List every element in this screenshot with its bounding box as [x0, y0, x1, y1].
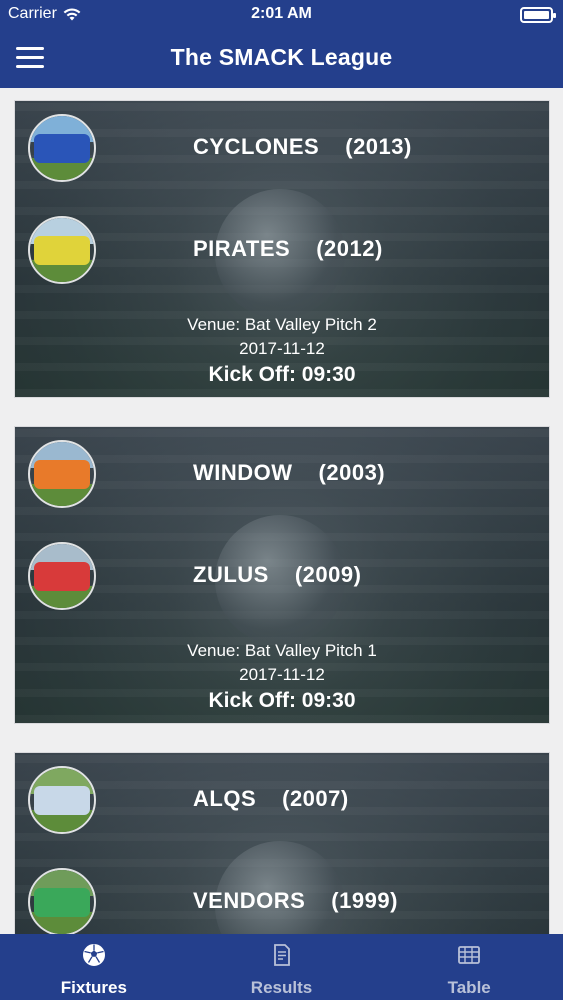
fixtures-list[interactable]: CYCLONES (2013) PIRATES (2012) Venue: Bat … — [0, 88, 563, 934]
away-team-row[interactable]: PIRATES (2012) — [15, 216, 549, 286]
team-name: ZULUS (2009) — [193, 562, 361, 588]
kickoff-time: Kick Off: 09:30 — [208, 363, 356, 386]
home-team-row[interactable]: CYCLONES (2013) — [15, 114, 549, 184]
away-team-row[interactable]: ZULUS (2009) — [15, 542, 549, 612]
team-photo[interactable] — [28, 216, 96, 284]
fixture-card[interactable]: CYCLONES (2013) PIRATES (2012) Venue: Bat … — [14, 100, 550, 398]
navigation-bar: The SMACK League — [0, 30, 563, 88]
venue-text: Venue: Bat Valley Pitch 1 — [187, 641, 377, 660]
team-name-label: VENDORS — [193, 888, 306, 913]
team-name: PIRATES (2012) — [193, 236, 383, 262]
team-photo[interactable] — [28, 868, 96, 934]
page-title: The SMACK League — [170, 44, 393, 70]
tab-label: Fixtures — [60, 978, 127, 997]
team-photo[interactable] — [28, 766, 96, 834]
home-team-row[interactable]: ALQS (2007) — [15, 766, 549, 836]
match-date: 2017-11-12 — [239, 665, 325, 684]
clock: 2:01 AM — [251, 5, 312, 22]
team-name: WINDOW (2003) — [193, 460, 385, 486]
team-name-label: WINDOW — [193, 460, 293, 485]
team-photo[interactable] — [28, 440, 96, 508]
battery-icon — [520, 7, 556, 23]
team-name-label: CYCLONES — [193, 134, 320, 159]
tab-table[interactable]: Table — [375, 934, 563, 1000]
team-year: (1999) — [331, 888, 398, 913]
match-date: 2017-11-12 — [239, 339, 325, 358]
tab-label: Results — [250, 978, 313, 997]
team-name: CYCLONES (2013) — [193, 134, 412, 160]
team-year: (2009) — [294, 562, 362, 587]
venue-text: Venue: Bat Valley Pitch 2 — [187, 315, 377, 334]
team-year: (2007) — [282, 786, 349, 811]
tab-label: Table — [447, 978, 491, 997]
home-team-row[interactable]: WINDOW (2003) — [15, 440, 549, 510]
fixture-card[interactable]: ALQS (2007) VENDORS (1999) — [14, 752, 550, 934]
team-name-label: ZULUS — [193, 562, 269, 587]
away-team-row[interactable]: VENDORS (1999) — [15, 868, 549, 934]
team-year: (2013) — [345, 134, 412, 159]
team-name-label: ALQS — [193, 786, 257, 811]
fixture-card[interactable]: WINDOW (2003) ZULUS (2009) Venue: Bat Vall… — [14, 426, 550, 724]
tab-bar: Fixtures Results Table — [0, 934, 563, 1000]
team-year: (2003) — [318, 460, 386, 485]
top-bar: Carrier 2:01 AM The SMACK League — [0, 0, 563, 88]
document-icon — [273, 944, 290, 966]
team-year: (2012) — [316, 236, 383, 261]
team-name: VENDORS (1999) — [193, 888, 398, 914]
team-photo[interactable] — [28, 542, 96, 610]
team-name: ALQS (2007) — [193, 786, 349, 812]
tab-fixtures[interactable]: Fixtures — [0, 934, 188, 1000]
soccer-ball-icon — [82, 944, 105, 966]
team-photo[interactable] — [28, 114, 96, 182]
kickoff-time: Kick Off: 09:30 — [208, 689, 356, 712]
tab-results[interactable]: Results — [188, 934, 376, 1000]
app-screen: Carrier 2:01 AM The SMACK League CYCLONE… — [0, 0, 563, 1000]
status-bar: Carrier 2:01 AM — [0, 0, 563, 30]
table-icon — [458, 946, 481, 964]
team-name-label: PIRATES — [193, 236, 291, 261]
